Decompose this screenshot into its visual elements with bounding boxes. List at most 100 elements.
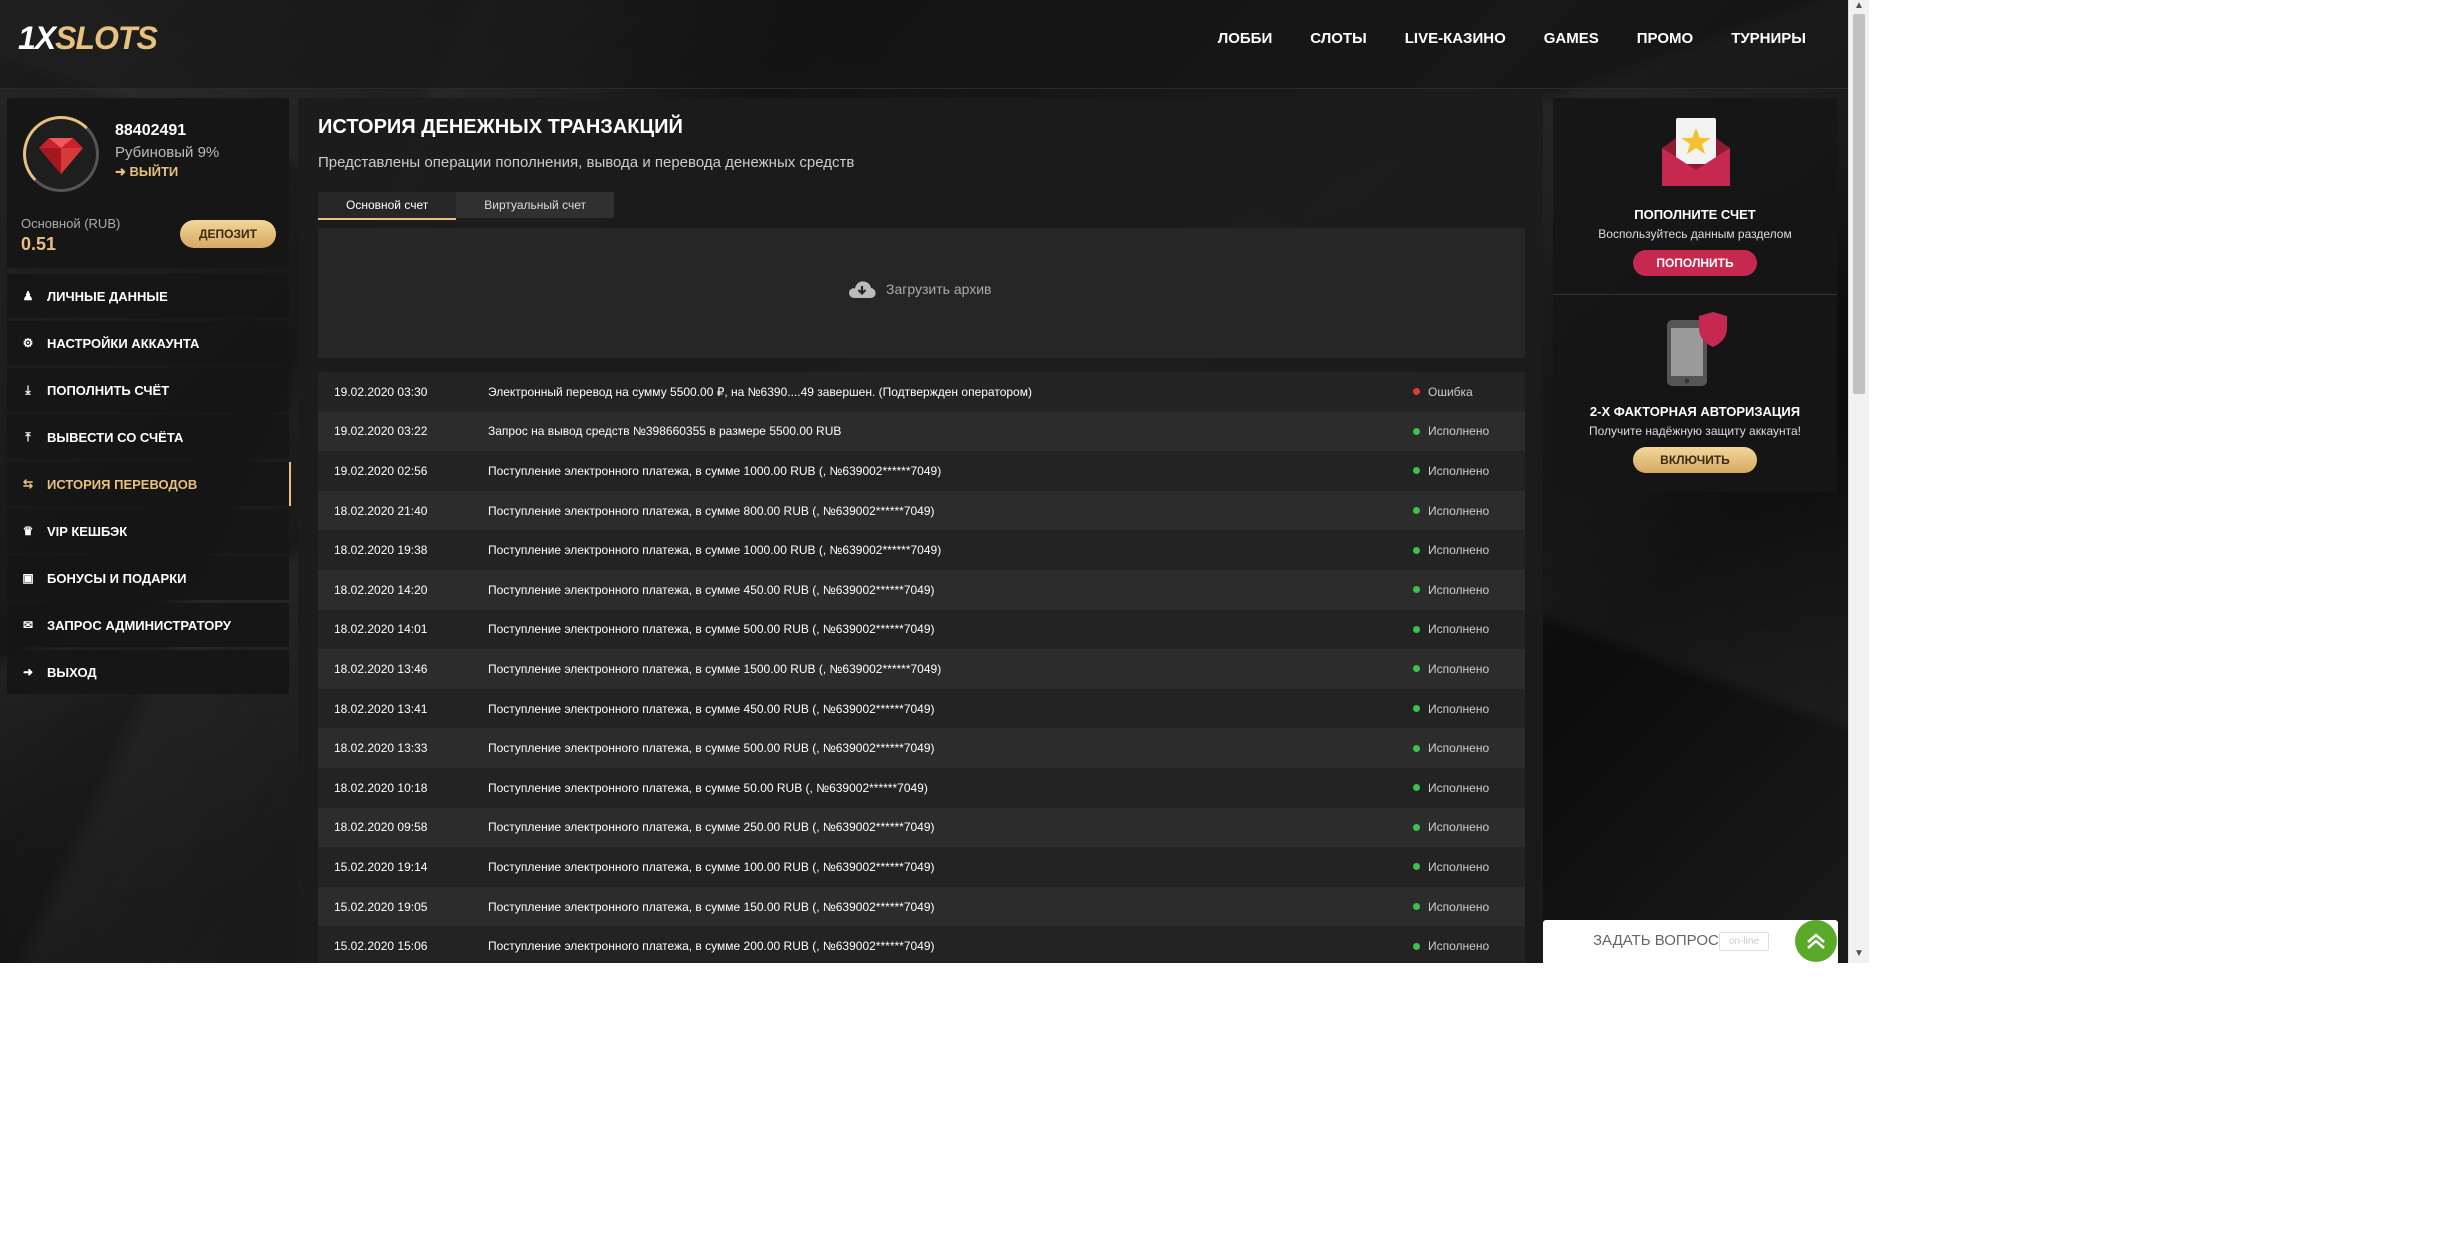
envelope-icon: ✉ [22, 618, 34, 632]
chat-widget[interactable]: ЗАДАТЬ ВОПРОС on-line [1543, 920, 1838, 963]
gift-icon: ▣ [22, 571, 34, 585]
status-label: Исполнено [1428, 780, 1490, 795]
envelope-star-icon [1662, 118, 1730, 186]
gears-icon: ⚙ [22, 336, 34, 350]
transaction-status: Исполнено [1413, 543, 1525, 557]
transaction-status: Исполнено [1413, 583, 1525, 597]
transaction-description: Поступление электронного платежа, в сумм… [488, 503, 935, 518]
topup-button[interactable]: ПОПОЛНИТЬ [1633, 250, 1757, 276]
sidebar-item-transfer-history[interactable]: ⇆ ИСТОРИЯ ПЕРЕВОДОВ [7, 462, 291, 506]
transaction-status: Ошибка [1413, 385, 1525, 399]
transaction-status: Исполнено [1413, 900, 1525, 914]
nav-live-casino[interactable]: LIVE-КАЗИНО [1405, 30, 1506, 47]
transaction-description: Электронный перевод на сумму 5500.00 ₽, … [488, 384, 1032, 399]
sidebar-item-exit[interactable]: ➜ ВЫХОД [7, 650, 289, 694]
transaction-date: 19.02.2020 03:22 [334, 424, 428, 439]
scroll-up-arrow-icon[interactable]: ▲ [1854, 0, 1864, 11]
transaction-status: Исполнено [1413, 662, 1525, 676]
user-id: 88402491 [115, 122, 187, 139]
logo-accent-text: SLOTS [55, 20, 158, 56]
logo-text: 1X [18, 20, 56, 56]
status-label: Исполнено [1428, 503, 1490, 518]
site-logo[interactable]: 1XSLOTS [18, 20, 158, 57]
site-header: 1XSLOTS ЛОББИ СЛОТЫ LIVE-КАЗИНО GAMES ПР… [0, 0, 1848, 89]
transfer-arrows-icon: ⇆ [22, 477, 34, 491]
sidebar-item-label: ЗАПРОС АДМИНИСТРАТОРУ [47, 617, 231, 633]
sidebar-item-vip-cashback[interactable]: ♛ VIP КЕШБЭК [7, 509, 289, 553]
status-dot-icon [1413, 427, 1420, 435]
topup-promo-text: Воспользуйтесь данным разделом [1598, 227, 1792, 241]
promo-sidebar: ПОПОЛНИТЕ СЧЕТ Воспользуйтесь данным раз… [1553, 98, 1837, 492]
sidebar-item-admin-request[interactable]: ✉ ЗАПРОС АДМИНИСТРАТОРУ [7, 603, 289, 647]
status-label: Исполнено [1428, 899, 1490, 914]
status-label: Исполнено [1428, 424, 1490, 439]
tab-main-account[interactable]: Основной счет [318, 192, 457, 220]
transaction-status: Исполнено [1413, 464, 1525, 478]
tab-virtual-account[interactable]: Виртуальный счет [456, 192, 614, 218]
transaction-date: 18.02.2020 13:41 [334, 701, 428, 716]
status-label: Исполнено [1428, 939, 1490, 954]
deposit-button[interactable]: ДЕПОЗИТ [180, 220, 276, 248]
transaction-status: Исполнено [1413, 741, 1525, 755]
status-dot-icon [1413, 625, 1420, 633]
nav-games[interactable]: GAMES [1544, 30, 1599, 47]
loyalty-level: Рубиновый 9% [115, 144, 220, 161]
transaction-date: 18.02.2020 21:40 [334, 503, 428, 518]
table-row: 18.02.2020 21:40 Поступление электронного… [318, 490, 1525, 531]
enable-twofa-button[interactable]: ВКЛЮЧИТЬ [1633, 447, 1757, 473]
chat-expand-button[interactable] [1795, 920, 1837, 962]
status-label: Исполнено [1428, 701, 1490, 716]
status-dot-icon [1413, 507, 1420, 515]
upload-icon: ⤒ [25, 429, 31, 444]
sidebar-item-label: ИСТОРИЯ ПЕРЕВОДОВ [47, 476, 198, 492]
transaction-description: Поступление электронного платежа, в сумм… [488, 899, 935, 914]
table-row: 15.02.2020 19:05 Поступление электронного… [318, 886, 1525, 927]
page-title: ИСТОРИЯ ДЕНЕЖНЫХ ТРАНЗАКЦИЙ [318, 116, 683, 138]
page-scrollbar[interactable]: ▲ ▼ [1848, 0, 1869, 963]
transaction-date: 15.02.2020 15:06 [334, 939, 428, 954]
cloud-download-icon [849, 281, 876, 298]
phone-shield-icon [1667, 312, 1727, 386]
nav-promo[interactable]: ПРОМО [1637, 30, 1693, 47]
archive-download-area[interactable]: Загрузить архив [318, 228, 1525, 358]
status-label: Исполнено [1428, 820, 1490, 835]
table-row: 18.02.2020 19:38 Поступление электронного… [318, 530, 1525, 570]
status-dot-icon [1413, 823, 1420, 831]
sidebar-item-account-settings[interactable]: ⚙ НАСТРОЙКИ АККАУНТА [7, 321, 289, 365]
sidebar-item-withdraw[interactable]: ⤒ ВЫВЕСТИ СО СЧЁТА [7, 415, 289, 459]
promo-divider [1553, 294, 1837, 295]
table-row: 18.02.2020 10:18 Поступление электронного… [318, 767, 1525, 808]
table-row: 19.02.2020 03:22 Запрос на вывод средств … [318, 411, 1525, 452]
transaction-status: Исполнено [1413, 622, 1525, 636]
transaction-status: Исполнено [1413, 781, 1525, 795]
ruby-icon [39, 138, 83, 174]
logout-link[interactable]: ➜ ВЫЙТИ [115, 164, 178, 180]
status-dot-icon [1413, 388, 1420, 396]
table-row: 18.02.2020 13:33 Поступление электронного… [318, 728, 1525, 768]
table-row: 19.02.2020 02:56 Поступление электронного… [318, 451, 1525, 491]
nav-lobby[interactable]: ЛОББИ [1218, 30, 1273, 47]
transaction-date: 18.02.2020 14:01 [334, 622, 428, 637]
table-row: 15.02.2020 15:06 Поступление электронного… [318, 926, 1525, 963]
transaction-status: Исполнено [1413, 939, 1525, 953]
status-dot-icon [1413, 784, 1420, 792]
scroll-down-arrow-icon[interactable]: ▼ [1854, 948, 1864, 959]
sidebar-item-label: ВЫХОД [47, 664, 97, 680]
transaction-date: 18.02.2020 09:58 [334, 820, 428, 835]
user-plus-icon: ♟ [22, 289, 34, 303]
transaction-date: 19.02.2020 03:30 [334, 384, 428, 399]
sidebar-item-personal-data[interactable]: ♟ ЛИЧНЫЕ ДАННЫЕ [7, 274, 289, 318]
scrollbar-thumb[interactable] [1853, 14, 1865, 394]
nav-tournaments[interactable]: ТУРНИРЫ [1731, 30, 1806, 47]
transactions-panel: ИСТОРИЯ ДЕНЕЖНЫХ ТРАНЗАКЦИЙ Представлены… [298, 98, 1543, 963]
archive-download-button[interactable]: Загрузить архив [848, 279, 992, 299]
sidebar-item-deposit[interactable]: ⤓ ПОПОЛНИТЬ СЧЁТ [7, 368, 289, 412]
sidebar-item-label: ПОПОЛНИТЬ СЧЁТ [47, 382, 170, 398]
nav-slots[interactable]: СЛОТЫ [1310, 30, 1367, 47]
status-label: Исполнено [1428, 543, 1490, 558]
exit-icon: ➜ [22, 665, 34, 679]
sidebar-item-bonuses[interactable]: ▣ БОНУСЫ И ПОДАРКИ [7, 556, 289, 600]
transaction-date: 18.02.2020 14:20 [334, 582, 428, 597]
sidebar-item-label: БОНУСЫ И ПОДАРКИ [47, 570, 187, 586]
status-label: Исполнено [1428, 622, 1490, 637]
